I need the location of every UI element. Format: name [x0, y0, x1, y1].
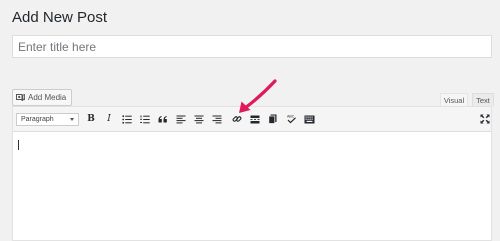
- format-select[interactable]: Paragraph: [16, 113, 79, 126]
- bulleted-list-icon: [122, 114, 132, 124]
- italic-icon: I: [107, 114, 111, 124]
- italic-button[interactable]: I: [103, 113, 115, 125]
- add-media-button[interactable]: Add Media: [12, 89, 73, 106]
- tab-visual[interactable]: Visual: [440, 93, 468, 106]
- align-right-button[interactable]: [211, 113, 223, 125]
- keyboard-shortcuts-button[interactable]: [303, 113, 315, 125]
- page-title: Add New Post: [12, 9, 108, 26]
- align-center-icon: [194, 115, 204, 123]
- spellcheck-icon: ABC: [287, 115, 296, 124]
- numbered-list-button[interactable]: [139, 113, 151, 125]
- camera-music-icon: [16, 93, 25, 102]
- align-right-icon: [212, 115, 222, 123]
- read-more-icon: [250, 115, 260, 123]
- insert-link-button[interactable]: [231, 113, 243, 125]
- editor-content-area[interactable]: [13, 132, 491, 240]
- bold-button[interactable]: B: [85, 113, 97, 125]
- numbered-list-icon: [140, 115, 150, 123]
- bold-icon: B: [87, 114, 95, 124]
- tab-text[interactable]: Text: [472, 93, 494, 106]
- align-left-icon: [176, 115, 186, 123]
- toolbar-toggle-button[interactable]: [267, 113, 279, 125]
- read-more-button[interactable]: [249, 113, 261, 125]
- chevron-down-icon: [70, 118, 74, 121]
- blockquote-icon: [158, 115, 167, 122]
- toolbar-toggle-icon: [268, 114, 277, 124]
- text-cursor: [18, 140, 19, 150]
- link-icon: [232, 116, 242, 122]
- format-select-value: Paragraph: [21, 116, 54, 123]
- keyboard-icon: [304, 115, 314, 123]
- svg-text:ABC: ABC: [287, 115, 295, 119]
- align-center-button[interactable]: [193, 113, 205, 125]
- editor: Paragraph B I ABC: [12, 106, 492, 241]
- editor-toolbar: Paragraph B I ABC: [13, 107, 491, 132]
- bulleted-list-button[interactable]: [121, 113, 133, 125]
- align-left-button[interactable]: [175, 113, 187, 125]
- post-title-input[interactable]: [12, 35, 492, 58]
- add-media-label: Add Media: [28, 93, 67, 102]
- fullscreen-icon: [480, 114, 490, 124]
- spellcheck-button[interactable]: ABC: [285, 113, 297, 125]
- blockquote-button[interactable]: [157, 113, 169, 125]
- fullscreen-button[interactable]: [479, 113, 491, 125]
